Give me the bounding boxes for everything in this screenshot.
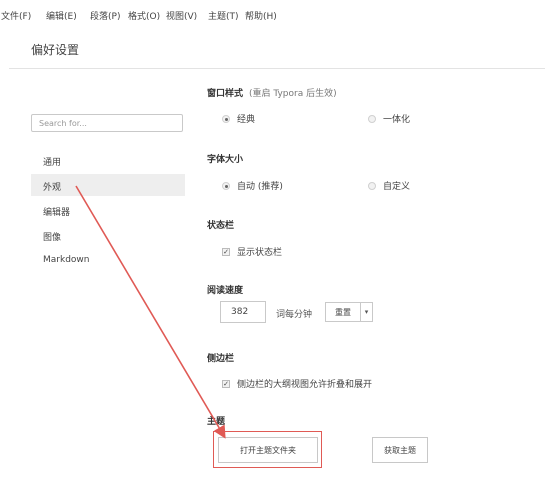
sidebar-section-title: 侧边栏 xyxy=(207,354,235,364)
menu-help[interactable]: 帮助(H) xyxy=(245,9,277,22)
sidebar-item-general[interactable]: 通用 xyxy=(31,149,185,171)
page-title: 偏好设置 xyxy=(31,43,80,57)
sidebar-item-markdown[interactable]: Markdown xyxy=(31,249,185,271)
get-themes-button[interactable]: 获取主题 xyxy=(372,437,428,463)
window-style-classic-option[interactable]: 经典 xyxy=(222,112,255,125)
font-size-auto-label: 自动 (推荐) xyxy=(237,182,283,192)
checkbox-checked-icon[interactable]: ✓ xyxy=(222,247,230,256)
window-style-classic-label: 经典 xyxy=(237,115,256,125)
menu-file[interactable]: 文件(F) xyxy=(1,9,31,22)
sidebar-item-appearance[interactable]: 外观 xyxy=(31,174,185,196)
sidebar-outline-option[interactable]: ✓ 侧边栏的大纲视图允许折叠和展开 xyxy=(222,377,372,390)
menu-format[interactable]: 格式(O) xyxy=(128,9,160,22)
reset-button[interactable]: 重置 xyxy=(325,302,361,322)
radio-unselected-icon[interactable] xyxy=(368,114,376,123)
menu-view[interactable]: 视图(V) xyxy=(166,9,197,22)
sidebar-outline-checkbox-label: 侧边栏的大纲视图允许折叠和展开 xyxy=(237,380,373,390)
status-bar-checkbox-label: 显示状态栏 xyxy=(237,248,283,258)
header-divider xyxy=(9,68,545,69)
sidebar-item-image[interactable]: 图像 xyxy=(31,224,185,246)
menu-edit[interactable]: 编辑(E) xyxy=(46,9,77,22)
font-size-title: 字体大小 xyxy=(207,155,244,165)
chevron-down-icon[interactable]: ▾ xyxy=(361,302,373,322)
reading-speed-title: 阅读速度 xyxy=(207,286,244,296)
window-style-label: 窗口样式 xyxy=(207,89,244,99)
font-size-custom-option[interactable]: 自定义 xyxy=(368,179,410,192)
radio-selected-icon[interactable] xyxy=(222,114,230,123)
font-size-auto-option[interactable]: 自动 (推荐) xyxy=(222,179,283,192)
status-bar-option[interactable]: ✓ 显示状态栏 xyxy=(222,245,282,258)
checkbox-checked-icon[interactable]: ✓ xyxy=(222,379,230,388)
menu-bar: 文件(F) 编辑(E) 段落(P) 格式(O) 视图(V) 主题(T) 帮助(H… xyxy=(0,0,545,26)
menu-theme[interactable]: 主题(T) xyxy=(208,9,239,22)
font-size-custom-label: 自定义 xyxy=(383,182,411,192)
search-input[interactable]: Search for... xyxy=(31,114,183,132)
menu-paragraph[interactable]: 段落(P) xyxy=(90,9,120,22)
highlight-box xyxy=(213,431,322,468)
sidebar-item-editor[interactable]: 编辑器 xyxy=(31,199,185,221)
status-bar-title: 状态栏 xyxy=(207,221,235,231)
theme-title: 主题 xyxy=(207,417,226,427)
window-style-note: (重启 Typora 后生效) xyxy=(249,89,337,99)
reading-speed-input[interactable]: 382 xyxy=(220,301,266,323)
radio-selected-icon[interactable] xyxy=(222,181,230,190)
radio-unselected-icon[interactable] xyxy=(368,181,376,190)
window-style-unified-label: 一体化 xyxy=(383,115,411,125)
window-style-unified-option[interactable]: 一体化 xyxy=(368,112,410,125)
window-style-title: 窗口样式 (重启 Typora 后生效) xyxy=(207,86,337,99)
reading-speed-unit: 词每分钟 xyxy=(276,310,313,320)
